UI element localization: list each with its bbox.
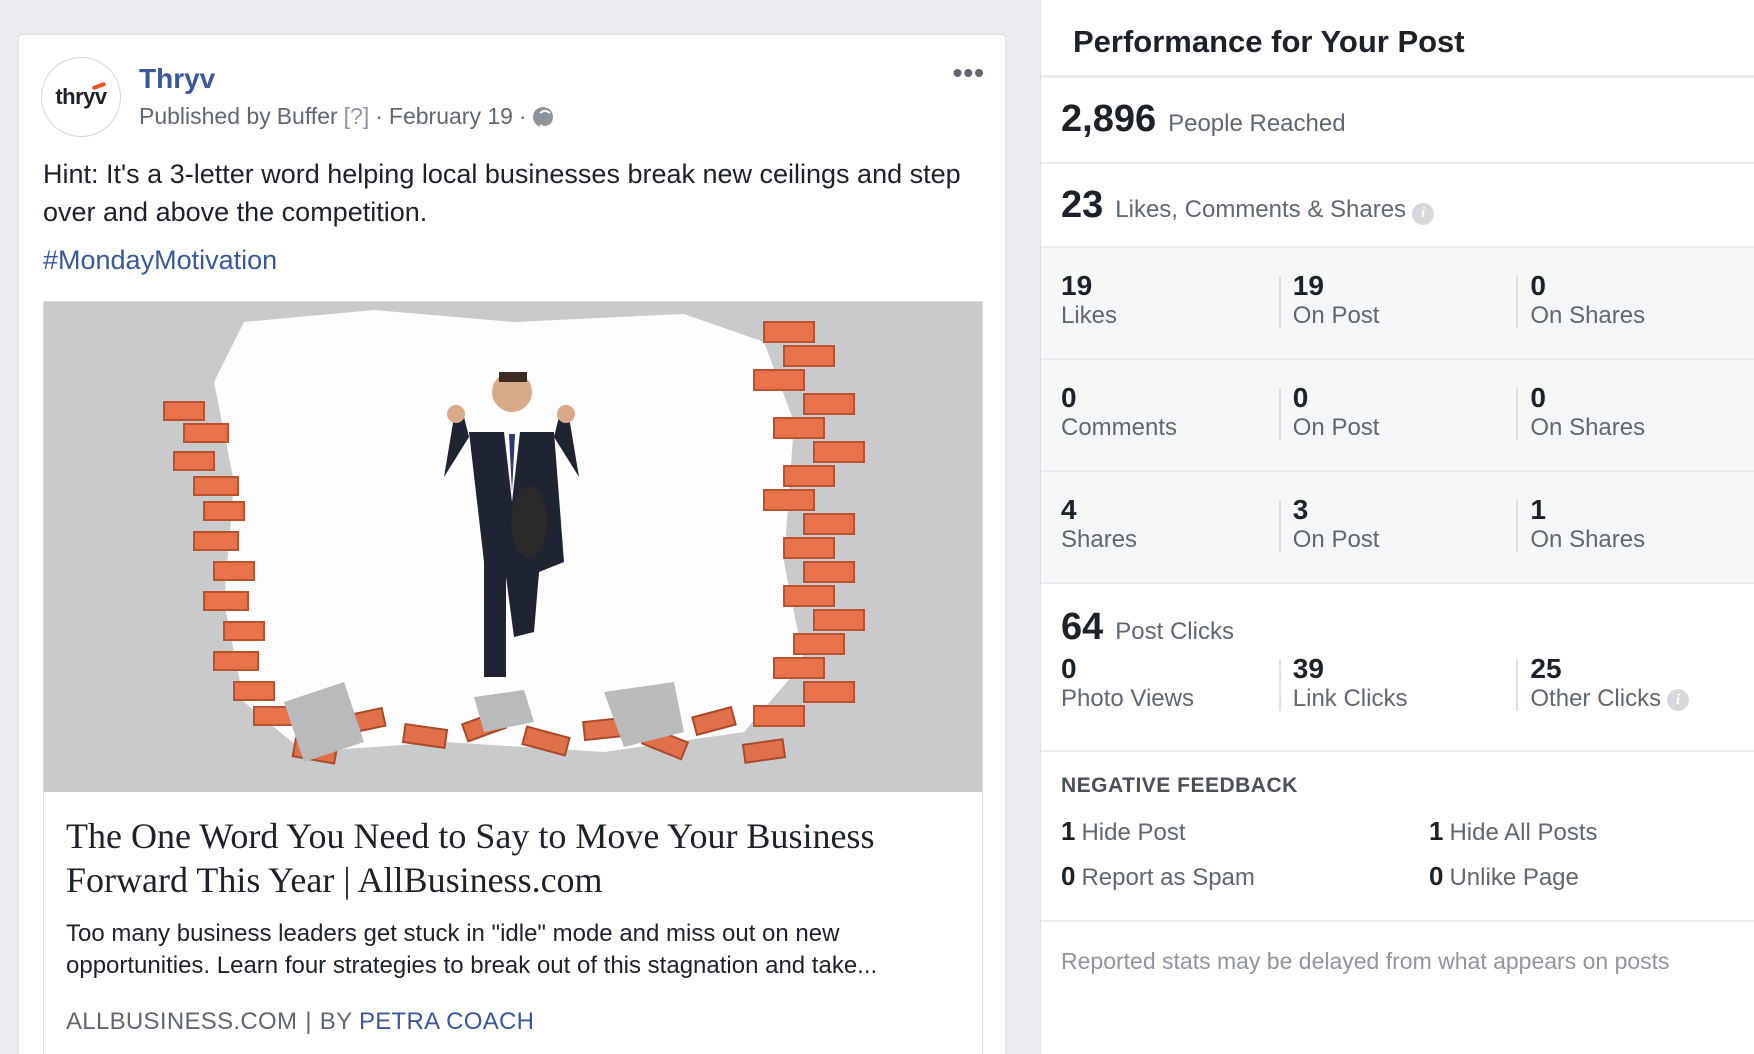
shares-row: 4 Shares 3 On Post 1 On Shares (1041, 472, 1754, 584)
report-spam-stat: 0 Report as Spam (1061, 861, 1429, 892)
post-date[interactable]: February 19 (389, 103, 513, 130)
info-icon[interactable]: i (1412, 202, 1435, 225)
help-marker[interactable]: [?] (344, 103, 370, 130)
shares-total-cell: 4 Shares (1041, 494, 1279, 582)
page-avatar[interactable]: thryv (41, 57, 121, 137)
link-source: ALLBUSINESS.COM | BY PETRA COACH (66, 1008, 960, 1036)
stat-value: 0 (1061, 861, 1076, 891)
globe-icon (532, 106, 553, 128)
negative-feedback-section: NEGATIVE FEEDBACK 1 Hide Post 1 Hide All P… (1041, 752, 1754, 922)
stat-label: Shares (1061, 526, 1138, 553)
published-by-label: Published by (139, 103, 271, 129)
stat-label: On Post (1292, 414, 1380, 441)
negative-feedback-title: NEGATIVE FEEDBACK (1061, 774, 1298, 797)
stat-value: 25 (1530, 653, 1562, 684)
hide-post-stat: 1 Hide Post (1061, 816, 1429, 847)
engagement-row: 23 Likes, Comments & Shares i (1041, 164, 1754, 248)
stat-value: 0 (1429, 861, 1444, 891)
stats-delay-note: Reported stats may be delayed from what … (1061, 948, 1670, 974)
engagement-value: 23 (1061, 184, 1104, 226)
stat-label: Hide Post (1081, 819, 1186, 846)
page-name-link[interactable]: Thryv (139, 63, 215, 95)
people-reached-label: People Reached (1168, 110, 1346, 137)
info-icon[interactable]: i (1667, 689, 1690, 711)
stat-label: Report as Spam (1081, 864, 1255, 891)
unlike-page-stat: 0 Unlike Page (1429, 861, 1729, 892)
shares-on-shares-cell: 1 On Shares (1516, 494, 1754, 553)
people-reached-value: 2,896 (1061, 98, 1157, 140)
hide-all-posts-stat: 1 Hide All Posts (1429, 816, 1729, 847)
publisher-name[interactable]: Buffer (277, 103, 338, 130)
stat-value: 1 (1429, 816, 1444, 846)
stat-label: Other Clicks i (1530, 685, 1754, 713)
other-clicks-label: Other Clicks (1530, 685, 1662, 712)
post-card: thryv Thryv Published by Buffer [?] · Fe… (18, 34, 1006, 1054)
post-clicks-value: 64 (1061, 606, 1104, 648)
link-domain: ALLBUSINESS.COM (66, 1008, 298, 1035)
comments-on-shares-cell: 0 On Shares (1516, 382, 1754, 441)
post-clicks-section: 64 Post Clicks 0 Photo Views 39 Link Cli… (1041, 584, 1754, 752)
post-clicks-label: Post Clicks (1115, 618, 1234, 645)
stat-value: 1 (1061, 816, 1076, 846)
shares-on-post-cell: 3 On Post (1278, 494, 1517, 553)
stat-label: Link Clicks (1292, 685, 1408, 712)
link-preview[interactable]: The One Word You Need to Say to Move You… (43, 301, 983, 1054)
stat-label: On Post (1292, 302, 1380, 329)
comments-on-post-cell: 0 On Post (1278, 382, 1517, 441)
source-divider: | (305, 1008, 312, 1035)
by-label: BY (319, 1008, 352, 1035)
broken-wall-illustration (44, 302, 982, 792)
people-reached-row: 2,896 People Reached (1041, 78, 1754, 164)
link-title[interactable]: The One Word You Need to Say to Move You… (66, 814, 966, 902)
stat-label: On Shares (1530, 414, 1646, 441)
stat-value: 4 (1061, 494, 1077, 525)
likes-row: 19 Likes 19 On Post 0 On Shares (1041, 248, 1754, 360)
stat-value: 39 (1292, 653, 1324, 684)
stat-label: On Post (1292, 526, 1380, 553)
engagement-breakdown: 19 Likes 19 On Post 0 On Shares 0 Commen… (1041, 248, 1754, 584)
likes-total-cell: 19 Likes (1041, 270, 1279, 358)
link-preview-body[interactable]: The One Word You Need to Say to Move You… (44, 792, 982, 1054)
post-text: Hint: It's a 3-letter word helping local… (43, 159, 961, 227)
stat-value: 1 (1530, 494, 1546, 525)
stat-value: 0 (1061, 382, 1077, 413)
stat-label: Likes (1061, 302, 1118, 329)
meta-separator: · (375, 103, 383, 129)
meta-separator: · (518, 103, 527, 129)
stat-label: On Shares (1530, 526, 1646, 553)
stat-label: Photo Views (1061, 685, 1194, 712)
stat-value: 19 (1292, 270, 1324, 301)
performance-panel: Performance for Your Post 2,896 People R… (1040, 0, 1754, 1054)
stat-value: 0 (1061, 653, 1077, 684)
hashtag-link[interactable]: #MondayMotivation (43, 245, 277, 276)
post-meta: Published by Buffer [?] · February 19 · (139, 103, 553, 130)
stat-label: Comments (1061, 414, 1178, 441)
more-options-icon[interactable]: ••• (953, 59, 985, 87)
stat-value: 19 (1061, 270, 1093, 301)
comments-row: 0 Comments 0 On Post 0 On Shares (1041, 360, 1754, 472)
link-clicks-cell: 39 Link Clicks (1278, 653, 1517, 712)
likes-on-post-cell: 19 On Post (1278, 270, 1517, 329)
stat-label: On Shares (1530, 302, 1646, 329)
other-clicks-cell: 25 Other Clicks i (1516, 653, 1754, 713)
comments-total-cell: 0 Comments (1041, 382, 1279, 470)
engagement-label: Likes, Comments & Shares (1115, 196, 1407, 223)
stat-value: 0 (1292, 382, 1309, 413)
link-preview-image[interactable] (44, 302, 982, 792)
stat-label: Unlike Page (1449, 864, 1579, 891)
link-description: Too many business leaders get stuck in "… (66, 920, 878, 979)
stat-value: 3 (1292, 494, 1309, 525)
stat-label: Hide All Posts (1449, 819, 1598, 846)
stat-value: 0 (1530, 270, 1546, 301)
stat-value: 0 (1530, 382, 1546, 413)
author-link[interactable]: PETRA COACH (359, 1008, 534, 1035)
photo-views-cell: 0 Photo Views (1041, 653, 1279, 713)
panel-title: Performance for Your Post (1041, 0, 1754, 78)
likes-on-shares-cell: 0 On Shares (1516, 270, 1754, 329)
